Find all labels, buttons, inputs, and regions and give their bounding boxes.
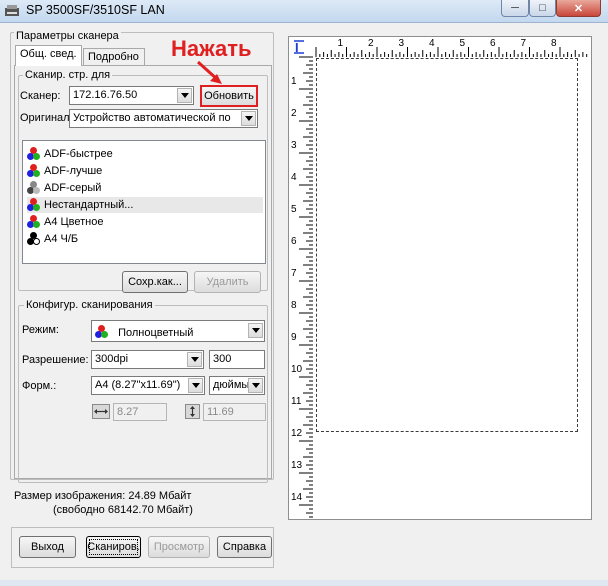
scanner-label: Сканер: [20,90,61,102]
list-item[interactable]: ADF-серый [27,180,263,196]
minimize-icon: ─ [511,2,519,14]
resolution-label: Разрешение: [22,354,89,366]
scanner-value: 172.16.76.50 [73,89,138,101]
left-ruler: 1 2 3 4 5 6 7 8 9 10 11 12 13 14 [289,37,313,519]
resolution-select[interactable]: 300dpi [91,350,204,369]
ruler-label: 12 [291,428,303,439]
height-icon [185,404,200,419]
ruler-label: 8 [291,300,297,311]
maximize-button[interactable]: □ [529,0,556,17]
ruler-label: 3 [291,140,297,151]
color-icon [27,164,41,178]
chevron-down-icon [248,378,263,393]
ruler-label: 9 [291,332,297,343]
original-label: Оригинал: [20,112,73,124]
ruler-label: 10 [291,364,303,375]
window-title: SP 3500SF/3510SF LAN [26,3,165,17]
app-icon [4,3,20,19]
list-item-label: A4 Цветное [44,216,104,228]
ruler-label: 7 [291,268,297,279]
chevron-down-icon [188,378,203,393]
bw-icon [27,232,41,246]
scanner-select[interactable]: 172.16.76.50 [69,86,194,105]
ruler-label: 4 [291,172,297,183]
free-space-text: (свободно 68142.70 Мбайт) [53,504,193,516]
color-icon [27,215,41,229]
list-item-label: ADF-быстрее [44,148,113,160]
unit-select[interactable]: дюймы [209,376,265,395]
chevron-down-icon [177,88,192,103]
gray-icon [27,181,41,195]
image-size-text: Размер изображения: 24.89 Мбайт [14,490,192,502]
list-item-label: ADF-лучше [44,165,103,177]
ruler-label: 2 [368,38,374,49]
exit-button[interactable]: Выход [19,536,76,558]
list-item[interactable]: Нестандартный... [27,197,263,213]
original-value: Устройство автоматической по [73,112,231,124]
ruler-label: 5 [291,204,297,215]
ruler-label: 13 [291,460,303,471]
mode-value: Полноцветный [118,327,194,339]
ruler-label: 6 [490,38,496,49]
width-icon [92,404,110,419]
color-icon [27,198,41,212]
scan-area[interactable] [316,58,578,432]
preview-button[interactable]: Просмотр [148,536,210,558]
format-label: Форм.: [22,380,57,392]
annotation-arrow-icon [196,60,222,84]
ruler-label: 6 [291,236,297,247]
list-item-label: A4 Ч/Б [44,233,79,245]
ruler-label: 2 [291,108,297,119]
list-item[interactable]: ADF-быстрее [27,146,263,162]
mode-label: Режим: [22,324,59,336]
ruler-label: 3 [398,38,405,49]
scan-config-label: Конфигур. сканирования [24,299,155,311]
color-icon [27,147,41,161]
ruler-label: 4 [429,38,435,49]
top-ruler: 1 2 3 4 5 6 7 8 [289,37,591,57]
window-border [0,580,608,586]
maximize-icon: □ [539,2,546,14]
list-item-label: Нестандартный... [44,199,134,211]
update-button[interactable]: Обновить [200,85,258,107]
ruler-label: 1 [291,76,297,87]
format-select[interactable]: A4 (8.27"x11.69") [91,376,205,395]
list-item-label: ADF-серый [44,182,102,194]
height-field[interactable]: 11.69 [203,403,266,421]
help-button[interactable]: Справка [217,536,272,558]
ruler-label: 11 [291,396,302,407]
mode-select[interactable]: Полноцветный [91,320,265,342]
list-item[interactable]: A4 Ч/Б [27,231,263,247]
ruler-label: 7 [520,38,527,49]
scan-button[interactable]: Сканиров. [86,536,141,558]
scanner-params-label: Параметры сканера [14,30,121,42]
list-item[interactable]: A4 Цветное [27,214,263,230]
resolution-input[interactable]: 300 [209,350,265,369]
ruler-label: 1 [337,38,344,49]
ruler-label: 5 [459,38,466,49]
ruler-label: 8 [551,38,557,49]
width-field[interactable]: 8.27 [113,403,167,421]
chevron-down-icon [187,352,202,367]
ruler-label: 14 [291,492,303,503]
minimize-button[interactable]: ─ [501,0,529,17]
close-button[interactable]: ✕ [556,0,601,17]
delete-button[interactable]: Удалить [194,271,261,293]
unit-value: дюймы [213,379,250,391]
close-icon: ✕ [573,2,584,15]
preset-list[interactable]: ADF-быстрее ADF-лучше ADF-серый Нестанда… [22,140,266,264]
scan-for-label: Сканир. стр. для [23,69,113,81]
chevron-down-icon [248,323,263,338]
original-select[interactable]: Устройство автоматической по [69,109,258,128]
resolution-value: 300dpi [95,353,129,365]
format-value: A4 (8.27"x11.69") [95,379,181,391]
chevron-down-icon [241,111,256,126]
save-as-button[interactable]: Сохр.как... [122,271,188,293]
tab-general[interactable]: Общ. свед. [15,45,82,66]
color-icon [95,325,109,339]
list-item[interactable]: ADF-лучше [27,163,263,179]
tab-details[interactable]: Подробно [83,48,145,66]
